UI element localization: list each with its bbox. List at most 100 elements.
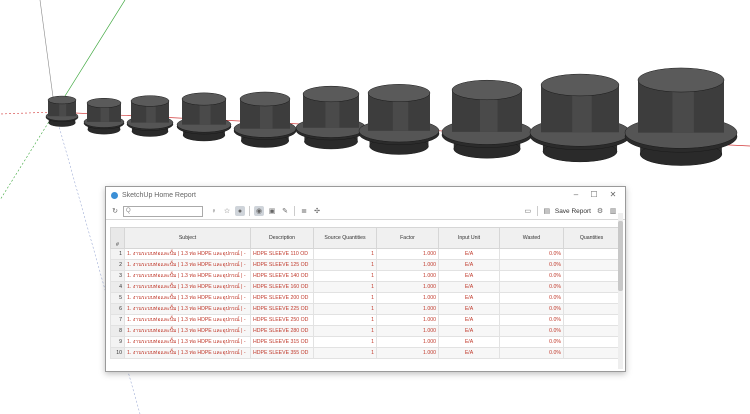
cell-subject[interactable]: 1. งานระบบท่อและปั้ม | 1.3 ท่อ HDPE และอ… xyxy=(124,259,251,271)
hdpe-sleeve-model[interactable] xyxy=(529,73,631,163)
cell-wasted[interactable]: 0.0% xyxy=(499,336,564,348)
minimize-button[interactable]: – xyxy=(568,188,584,201)
col-source-quantities[interactable]: Source Quantities xyxy=(313,227,377,249)
cell-quantities[interactable] xyxy=(563,248,620,260)
row-index[interactable]: 7 xyxy=(110,314,125,326)
cell-quantities[interactable] xyxy=(563,259,620,271)
book-icon[interactable]: ▥ xyxy=(608,206,618,216)
hdpe-sleeve-model[interactable] xyxy=(358,84,440,155)
cell-unit[interactable]: E/A xyxy=(438,259,500,271)
cell-quantities[interactable] xyxy=(563,281,620,293)
cell-factor[interactable]: 1.000 xyxy=(376,314,439,326)
cell-unit[interactable]: E/A xyxy=(438,248,500,260)
star-icon[interactable]: ☆ xyxy=(222,206,232,216)
cell-wasted[interactable]: 0.0% xyxy=(499,292,564,304)
scrollbar-thumb[interactable] xyxy=(618,221,623,291)
col-factor[interactable]: Factor xyxy=(376,227,439,249)
cell-unit[interactable]: E/A xyxy=(438,281,500,293)
table-row[interactable]: 2 1. งานระบบท่อและปั้ม | 1.3 ท่อ HDPE และ… xyxy=(110,259,620,271)
cell-description[interactable]: HDPE SLEEVE 355 OD xyxy=(250,347,314,359)
hdpe-sleeve-model[interactable] xyxy=(126,95,174,137)
cell-factor[interactable]: 1.000 xyxy=(376,336,439,348)
edit-icon[interactable]: ✎ xyxy=(280,206,290,216)
cell-description[interactable]: HDPE SLEEVE 250 OD xyxy=(250,314,314,326)
cell-description[interactable]: HDPE SLEEVE 280 OD xyxy=(250,325,314,337)
cell-unit[interactable]: E/A xyxy=(438,314,500,326)
col-wasted[interactable]: Wasted xyxy=(499,227,564,249)
vertical-scrollbar[interactable] xyxy=(618,213,623,369)
cell-wasted[interactable]: 0.0% xyxy=(499,270,564,282)
cell-factor[interactable]: 1.000 xyxy=(376,270,439,282)
cell-subject[interactable]: 1. งานระบบท่อและปั้ม | 1.3 ท่อ HDPE และอ… xyxy=(124,248,251,260)
cell-wasted[interactable]: 0.0% xyxy=(499,248,564,260)
cell-factor[interactable]: 1.000 xyxy=(376,259,439,271)
cell-wasted[interactable]: 0.0% xyxy=(499,281,564,293)
hdpe-sleeve-model[interactable] xyxy=(45,95,79,127)
table-row[interactable]: 4 1. งานระบบท่อและปั้ม | 1.3 ท่อ HDPE และ… xyxy=(110,281,620,293)
hdpe-sleeve-model[interactable] xyxy=(176,92,232,142)
cell-source[interactable]: 1 xyxy=(313,281,377,293)
cell-description[interactable]: HDPE SLEEVE 315 OD xyxy=(250,336,314,348)
row-index[interactable]: 4 xyxy=(110,281,125,293)
table-row[interactable]: 1 1. งานระบบท่อและปั้ม | 1.3 ท่อ HDPE และ… xyxy=(110,248,620,260)
cell-source[interactable]: 1 xyxy=(313,292,377,304)
gear-icon[interactable]: ⚙ xyxy=(595,206,605,216)
cell-factor[interactable]: 1.000 xyxy=(376,292,439,304)
maximize-button[interactable]: ☐ xyxy=(586,188,602,201)
cell-subject[interactable]: 1. งานระบบท่อและปั้ม | 1.3 ท่อ HDPE และอ… xyxy=(124,281,251,293)
hdpe-sleeve-model[interactable] xyxy=(83,97,125,135)
eye-icon[interactable]: ◉ xyxy=(254,206,264,216)
cell-quantities[interactable] xyxy=(563,347,620,359)
cell-factor[interactable]: 1.000 xyxy=(376,248,439,260)
row-index[interactable]: 8 xyxy=(110,325,125,337)
row-index[interactable]: 1 xyxy=(110,248,125,260)
title-bar[interactable]: SketchUp Home Report xyxy=(106,187,625,203)
hdpe-sleeve-model[interactable] xyxy=(295,85,367,150)
cell-unit[interactable]: E/A xyxy=(438,336,500,348)
cell-source[interactable]: 1 xyxy=(313,347,377,359)
cell-factor[interactable]: 1.000 xyxy=(376,303,439,315)
cell-subject[interactable]: 1. งานระบบท่อและปั้ม | 1.3 ท่อ HDPE และอ… xyxy=(124,303,251,315)
cell-wasted[interactable]: 0.0% xyxy=(499,314,564,326)
close-button[interactable]: ✕ xyxy=(605,188,621,201)
cell-factor[interactable]: 1.000 xyxy=(376,347,439,359)
cell-wasted[interactable]: 0.0% xyxy=(499,325,564,337)
col-description[interactable]: Description xyxy=(250,227,314,249)
cell-description[interactable]: HDPE SLEEVE 125 OD xyxy=(250,259,314,271)
lightbulb-icon[interactable]: ♀ xyxy=(209,206,219,216)
col-quantities[interactable]: Quantities xyxy=(563,227,620,249)
select-icon[interactable]: ▣ xyxy=(267,206,277,216)
cell-unit[interactable]: E/A xyxy=(438,303,500,315)
cell-quantities[interactable] xyxy=(563,336,620,348)
cell-description[interactable]: HDPE SLEEVE 200 OD xyxy=(250,292,314,304)
col-subject[interactable]: Subject xyxy=(124,227,251,249)
row-index[interactable]: 2 xyxy=(110,259,125,271)
table-row[interactable]: 6 1. งานระบบท่อและปั้ม | 1.3 ท่อ HDPE และ… xyxy=(110,303,620,315)
cell-subject[interactable]: 1. งานระบบท่อและปั้ม | 1.3 ท่อ HDPE และอ… xyxy=(124,270,251,282)
cell-quantities[interactable] xyxy=(563,292,620,304)
cell-source[interactable]: 1 xyxy=(313,259,377,271)
cell-source[interactable]: 1 xyxy=(313,336,377,348)
cell-wasted[interactable]: 0.0% xyxy=(499,347,564,359)
cell-quantities[interactable] xyxy=(563,314,620,326)
row-index[interactable]: 6 xyxy=(110,303,125,315)
cell-source[interactable]: 1 xyxy=(313,303,377,315)
save-report-button[interactable]: Save Report xyxy=(555,208,591,215)
table-row[interactable]: 9 1. งานระบบท่อและปั้ม | 1.3 ท่อ HDPE และ… xyxy=(110,336,620,348)
cell-unit[interactable]: E/A xyxy=(438,292,500,304)
cell-source[interactable]: 1 xyxy=(313,325,377,337)
row-index[interactable]: 10 xyxy=(110,347,125,359)
cell-source[interactable]: 1 xyxy=(313,248,377,260)
table-row[interactable]: 7 1. งานระบบท่อและปั้ม | 1.3 ท่อ HDPE และ… xyxy=(110,314,620,326)
cell-subject[interactable]: 1. งานระบบท่อและปั้ม | 1.3 ท่อ HDPE และอ… xyxy=(124,325,251,337)
cell-unit[interactable]: E/A xyxy=(438,270,500,282)
col-input-unit[interactable]: Input Unit xyxy=(438,227,500,249)
cell-wasted[interactable]: 0.0% xyxy=(499,259,564,271)
cell-source[interactable]: 1 xyxy=(313,270,377,282)
hdpe-sleeve-model[interactable] xyxy=(233,91,297,148)
cell-description[interactable]: HDPE SLEEVE 225 OD xyxy=(250,303,314,315)
save-icon[interactable]: ▤ xyxy=(542,206,552,216)
hdpe-sleeve-model[interactable] xyxy=(441,79,533,159)
row-index[interactable]: 3 xyxy=(110,270,125,282)
filter-icon[interactable]: ● xyxy=(235,206,245,216)
